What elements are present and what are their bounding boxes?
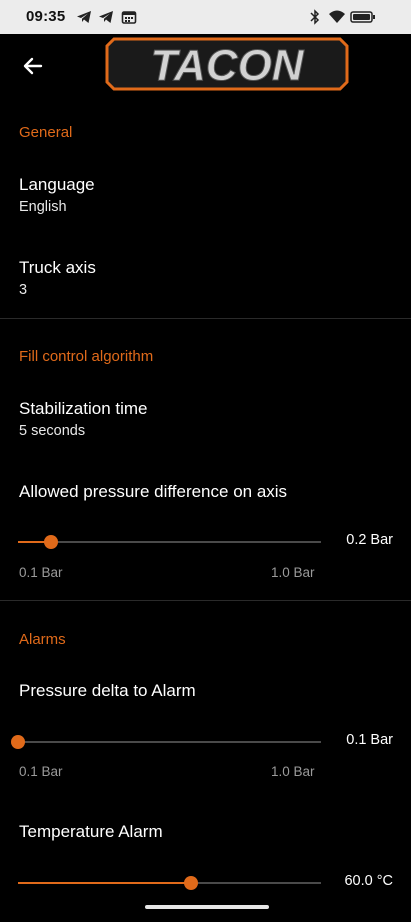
pressure-delta-value: 0.1 Bar: [346, 732, 393, 748]
setting-pressure-diff-title: Allowed pressure difference on axis: [19, 482, 288, 501]
battery-icon: [350, 11, 375, 23]
setting-pressure-delta-title: Pressure delta to Alarm: [19, 681, 196, 700]
setting-language-value: English: [19, 199, 67, 215]
telegram-icon: [77, 11, 91, 23]
section-header-fill-control: Fill control algorithm: [19, 348, 154, 365]
setting-language-title: Language: [19, 175, 95, 194]
temperature-alarm-value: 60.0 °C: [344, 873, 393, 889]
section-divider: [0, 600, 411, 601]
section-header-alarms: Alarms: [19, 631, 66, 648]
calendar-icon: [121, 11, 137, 24]
back-arrow-icon[interactable]: [19, 52, 47, 80]
setting-stabilization-title: Stabilization time: [19, 399, 148, 418]
status-bar: 09:35: [0, 0, 411, 34]
pressure-diff-min-label: 0.1 Bar: [19, 565, 63, 580]
pressure-delta-slider[interactable]: [11, 732, 321, 752]
pressure-diff-value: 0.2 Bar: [346, 532, 393, 548]
logo-text: TACON: [150, 41, 304, 90]
slider-thumb[interactable]: [11, 735, 25, 749]
tacon-logo: TACON: [105, 37, 349, 91]
setting-temperature-alarm-title: Temperature Alarm: [19, 822, 163, 841]
pressure-delta-max-label: 1.0 Bar: [271, 764, 315, 779]
temperature-alarm-slider[interactable]: [18, 873, 321, 893]
home-indicator[interactable]: [145, 905, 269, 909]
status-time: 09:35: [26, 8, 66, 25]
pressure-delta-min-label: 0.1 Bar: [19, 764, 63, 779]
slider-thumb[interactable]: [44, 535, 59, 549]
pressure-diff-slider[interactable]: [18, 532, 321, 552]
section-header-general: General: [19, 124, 73, 141]
slider-track: [18, 541, 321, 543]
setting-truck-axis-title: Truck axis: [19, 258, 96, 277]
setting-stabilization-value: 5 seconds: [19, 423, 86, 439]
app-bar: TACON: [0, 34, 411, 100]
telegram-icon: [99, 11, 113, 23]
bluetooth-icon: [310, 9, 320, 25]
slider-thumb[interactable]: [183, 876, 198, 890]
slider-fill: [18, 882, 191, 884]
section-divider: [0, 318, 411, 319]
setting-truck-axis-value: 3: [19, 282, 28, 298]
slider-track: [18, 741, 321, 743]
pressure-diff-max-label: 1.0 Bar: [271, 565, 315, 580]
wifi-icon: [329, 10, 345, 23]
